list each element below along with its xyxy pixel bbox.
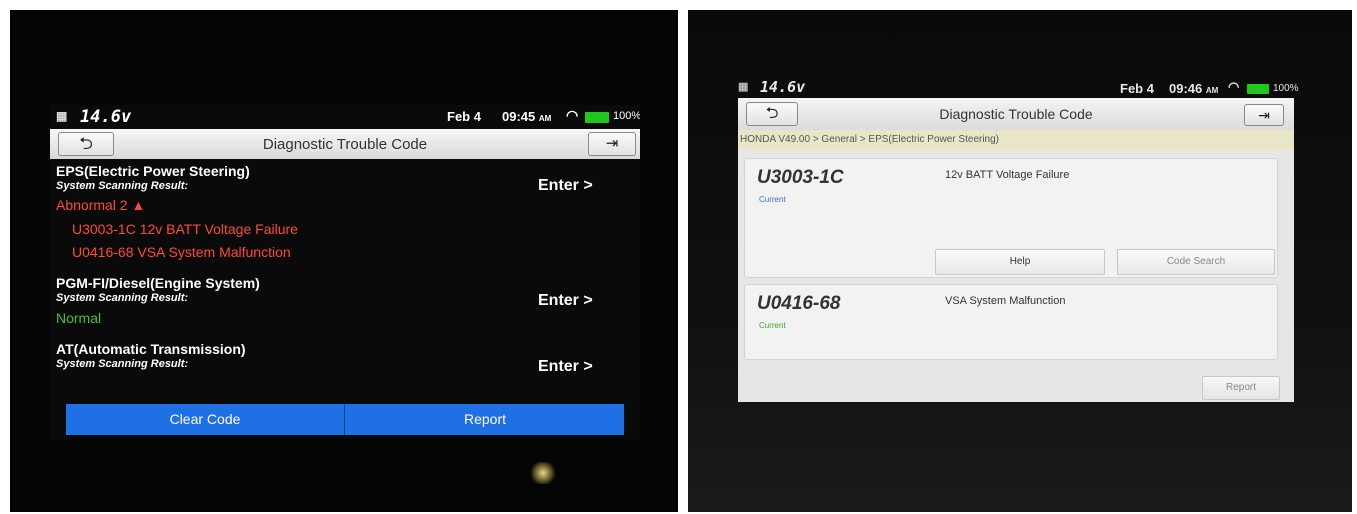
dtc-line: U3003-1C 12v BATT Voltage Failure: [72, 221, 298, 237]
battery-icon: [585, 112, 609, 123]
status-date: Feb 4: [447, 109, 481, 124]
system-name: PGM-FI/Diesel(Engine System): [56, 275, 260, 291]
clear-code-button[interactable]: Clear Code: [66, 404, 345, 435]
title-bar: ⮌ Diagnostic Trouble Code ⇥: [738, 98, 1294, 130]
system-name: AT(Automatic Transmission): [56, 341, 246, 357]
code-search-button[interactable]: Code Search: [1117, 249, 1275, 275]
battery-icon: [1247, 84, 1269, 94]
report-button[interactable]: Report: [346, 404, 624, 435]
enter-button[interactable]: Enter >: [538, 292, 593, 310]
dtc-description: 12v BATT Voltage Failure: [945, 169, 1070, 181]
system-subtitle: System Scanning Result:: [56, 180, 189, 192]
status-time: 09:46 AM: [1169, 81, 1219, 96]
title-bar: ⮌ Diagnostic Trouble Code ⇥: [50, 129, 640, 159]
battery-percent: 100%: [1273, 83, 1299, 94]
dtc-card: U3003-1C Current 12v BATT Voltage Failur…: [744, 158, 1278, 278]
enter-button[interactable]: Enter >: [538, 358, 593, 376]
status-bar: ▦ 14.6v Feb 4 09:46 AM ◠ 100%: [738, 78, 1308, 98]
expand-up-icon[interactable]: ▲: [131, 197, 145, 213]
exit-icon: ⇥: [605, 135, 619, 152]
dtc-code: U0416-68: [757, 293, 841, 314]
help-button[interactable]: Help: [935, 249, 1105, 275]
voltage-readout: 14.6v: [760, 78, 806, 96]
left-photo: ▦ 14.6v Feb 4 09:45 AM ◠ 100% ⮌ Diagnost…: [10, 10, 678, 512]
right-scanner-screen: ⮌ Diagnostic Trouble Code ⇥ HONDA V49.00…: [738, 98, 1294, 402]
exit-button[interactable]: ⇥: [1244, 104, 1284, 126]
page-title: Diagnostic Trouble Code: [939, 106, 1093, 122]
status-bar: ▦ 14.6v Feb 4 09:45 AM ◠ 100%: [50, 105, 640, 129]
status-time: 09:45 AM: [502, 109, 552, 124]
bottom-action-bar: Clear Code Report: [66, 404, 624, 435]
right-photo: ▦ 14.6v Feb 4 09:46 AM ◠ 100% ⮌ Diagnost…: [688, 10, 1352, 512]
exit-icon: ⇥: [1258, 107, 1270, 123]
voltage-readout: 14.6v: [80, 107, 132, 127]
system-subtitle: System Scanning Result:: [56, 358, 189, 370]
wifi-icon: ◠: [566, 107, 579, 123]
dtc-status: Current: [759, 195, 786, 204]
left-scanner-screen: ▦ 14.6v Feb 4 09:45 AM ◠ 100% ⮌ Diagnost…: [50, 105, 640, 439]
dtc-code: U3003-1C: [757, 167, 844, 188]
system-subtitle: System Scanning Result:: [56, 292, 189, 304]
system-name: EPS(Electric Power Steering): [56, 163, 250, 179]
breadcrumb: HONDA V49.00 > General > EPS(Electric Po…: [738, 130, 1294, 150]
system-list: EPS(Electric Power Steering) System Scan…: [50, 159, 640, 405]
dtc-card: U0416-68 Current VSA System Malfunction: [744, 284, 1278, 360]
status-date: Feb 4: [1120, 81, 1154, 96]
dtc-description: VSA System Malfunction: [945, 295, 1066, 307]
system-result: Normal: [56, 310, 102, 326]
report-button[interactable]: Report: [1202, 376, 1280, 400]
wifi-icon: ◠: [1228, 79, 1240, 94]
calendar-icon: ▦: [56, 109, 68, 123]
calendar-icon: ▦: [738, 81, 749, 93]
photo-frame: ▦ 14.6v Feb 4 09:45 AM ◠ 100% ⮌ Diagnost…: [0, 0, 1357, 514]
dtc-status: Current: [759, 321, 786, 330]
battery-percent: 100%: [613, 110, 640, 122]
light-glare: [530, 462, 556, 484]
system-result: Abnormal 2 ▲: [56, 197, 146, 213]
exit-button[interactable]: ⇥: [588, 132, 636, 156]
page-title: Diagnostic Trouble Code: [262, 136, 428, 153]
dtc-line: U0416-68 VSA System Malfunction: [72, 244, 291, 260]
enter-button[interactable]: Enter >: [538, 177, 593, 195]
